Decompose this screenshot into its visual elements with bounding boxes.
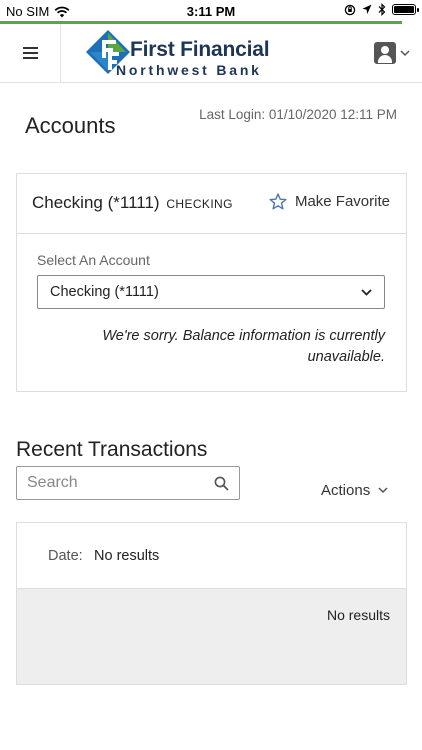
- status-right: [344, 3, 419, 16]
- location-icon: [362, 4, 372, 14]
- account-name: Checking (*1111): [32, 193, 160, 212]
- search-input[interactable]: [27, 474, 197, 492]
- chevron-down-icon: [361, 288, 372, 296]
- transactions-empty-state: No results: [17, 589, 406, 684]
- status-bar: No SIM 3:11 PM: [0, 0, 422, 21]
- transaction-search[interactable]: [16, 466, 240, 500]
- page-title: Accounts: [25, 113, 116, 138]
- account-card-header: Checking (*1111) CHECKING Make Favorite: [17, 174, 406, 234]
- account-select[interactable]: Checking (*1111): [37, 275, 385, 309]
- chevron-down-icon: [400, 49, 410, 56]
- hamburger-menu-icon[interactable]: [0, 24, 61, 82]
- account-type: CHECKING: [166, 197, 233, 211]
- profile-menu-button[interactable]: [374, 42, 410, 64]
- transactions-date-row: Date: No results: [17, 523, 406, 589]
- date-label: Date:: [48, 548, 83, 564]
- bluetooth-icon: [378, 3, 386, 16]
- user-icon: [374, 42, 396, 64]
- logo-title: First Financial: [130, 38, 270, 61]
- logo-subtitle: Northwest Bank: [116, 62, 262, 78]
- search-icon[interactable]: [214, 476, 229, 491]
- balance-unavailable-message: We're sorry. Balance information is curr…: [102, 328, 385, 365]
- recent-transactions-title: Recent Transactions: [16, 438, 208, 461]
- star-icon: [269, 193, 287, 210]
- transactions-list: Date: No results No results: [16, 522, 407, 685]
- make-favorite-button[interactable]: Make Favorite: [269, 193, 390, 210]
- no-results-message: No results: [326, 607, 390, 623]
- account-select-value: Checking (*1111): [50, 284, 159, 300]
- actions-dropdown[interactable]: Actions: [321, 482, 388, 499]
- bank-logo[interactable]: First Financial Northwest Bank: [86, 30, 276, 78]
- date-value: No results: [94, 548, 160, 564]
- make-favorite-label: Make Favorite: [294, 193, 390, 210]
- account-title: Checking (*1111) CHECKING: [32, 193, 233, 213]
- actions-label: Actions: [321, 482, 371, 499]
- chevron-down-icon: [378, 487, 388, 494]
- last-login: Last Login: 01/10/2020 12:11 PM: [199, 107, 397, 122]
- app-header: First Financial Northwest Bank: [0, 24, 422, 83]
- battery-icon: [392, 4, 419, 15]
- select-account-label: Select An Account: [37, 252, 150, 268]
- account-card: Checking (*1111) CHECKING Make Favorite …: [16, 173, 407, 392]
- orientation-lock-icon: [344, 4, 356, 15]
